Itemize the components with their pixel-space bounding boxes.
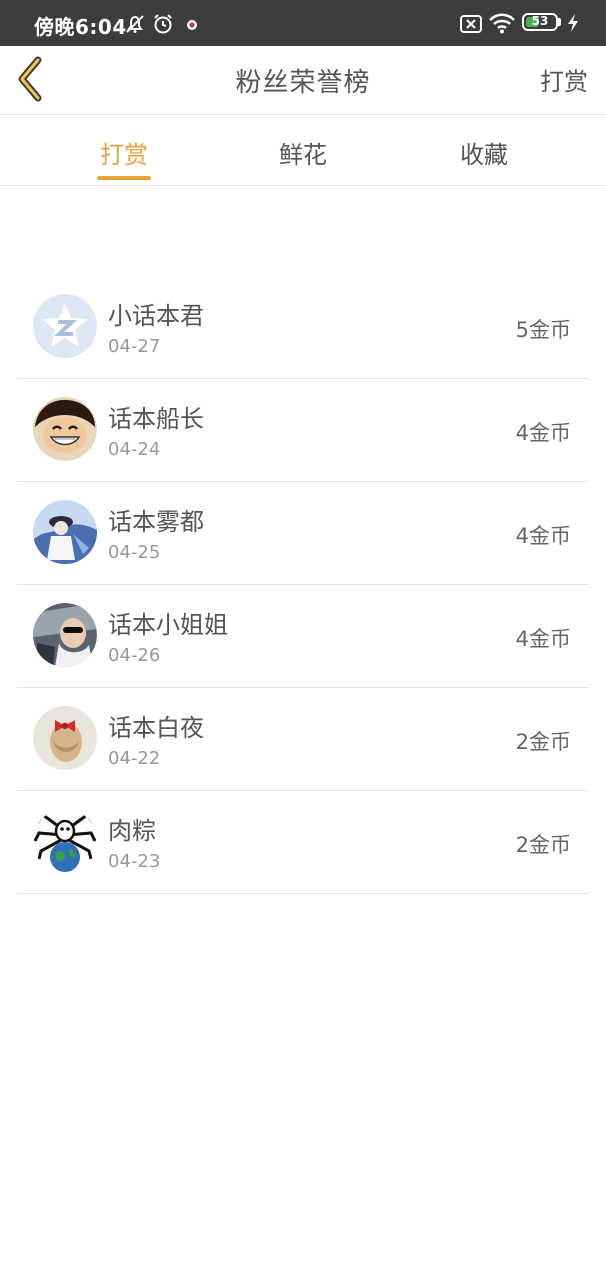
reward-amount: 2金币 xyxy=(515,833,571,857)
list-item[interactable]: 小话本君 04-27 5金币 xyxy=(17,276,589,379)
fan-ranking-list: 小话本君 04-27 5金币 话本船长 04-24 4金币 话本雾都 04-25… xyxy=(17,276,589,894)
wifi-icon xyxy=(489,13,515,34)
reward-amount: 2金币 xyxy=(515,730,571,754)
charging-bolt-icon xyxy=(568,14,578,32)
fan-name: 小话本君 xyxy=(108,302,204,330)
fan-name: 话本白夜 xyxy=(108,714,204,742)
qq-default-avatar xyxy=(33,294,97,358)
tab-bar: 打赏 鲜花 收藏 xyxy=(0,115,606,186)
list-item[interactable]: 话本白夜 04-22 2金币 xyxy=(17,688,589,791)
page-title: 粉丝荣誉榜 xyxy=(235,68,371,98)
reward-date: 04-27 xyxy=(108,336,161,357)
reward-amount: 4金币 xyxy=(515,524,571,548)
reward-amount: 5金币 xyxy=(515,318,571,342)
alarm-clock-icon xyxy=(154,14,172,34)
status-time: 傍晚6:04 xyxy=(34,15,127,39)
fan-name: 话本小姐姐 xyxy=(108,611,228,639)
fan-name: 话本雾都 xyxy=(108,508,204,536)
fan-name: 话本船长 xyxy=(108,405,204,433)
reward-button[interactable]: 打赏 xyxy=(540,62,588,97)
active-tab-indicator xyxy=(97,176,151,180)
battery-indicator: 53 xyxy=(522,13,558,31)
cartoon-face-avatar xyxy=(33,397,97,461)
app-notification-icon xyxy=(187,20,197,30)
reward-date: 04-26 xyxy=(108,645,161,666)
reward-date: 04-24 xyxy=(108,439,161,460)
status-bar: 傍晚6:04 53 xyxy=(0,0,606,46)
tab-flowers[interactable]: 鲜花 xyxy=(243,135,363,170)
list-item[interactable]: 话本船长 04-24 4金币 xyxy=(17,379,589,482)
reward-date: 04-22 xyxy=(108,748,161,769)
car-selfie-avatar xyxy=(33,603,97,667)
reward-date: 04-25 xyxy=(108,542,161,563)
mute-bell-icon xyxy=(126,15,144,33)
reward-amount: 4金币 xyxy=(515,421,571,445)
reward-date: 04-23 xyxy=(108,851,161,872)
blue-figure-avatar xyxy=(33,500,97,564)
sim-disabled-icon xyxy=(460,15,482,33)
header-bar: 粉丝荣誉榜 打赏 xyxy=(0,46,606,115)
red-bow-avatar xyxy=(33,706,97,770)
tab-favorites[interactable]: 收藏 xyxy=(424,135,544,170)
reward-amount: 4金币 xyxy=(515,627,571,651)
fan-name: 肉粽 xyxy=(108,817,156,845)
list-item[interactable]: 话本小姐姐 04-26 4金币 xyxy=(17,585,589,688)
battery-tip xyxy=(558,18,561,26)
list-item[interactable]: 肉粽 04-23 2金币 xyxy=(17,791,589,894)
globe-spider-avatar xyxy=(33,809,97,873)
list-item[interactable]: 话本雾都 04-25 4金币 xyxy=(17,482,589,585)
battery-level: 53 xyxy=(531,14,549,28)
tab-reward[interactable]: 打赏 xyxy=(64,135,184,170)
